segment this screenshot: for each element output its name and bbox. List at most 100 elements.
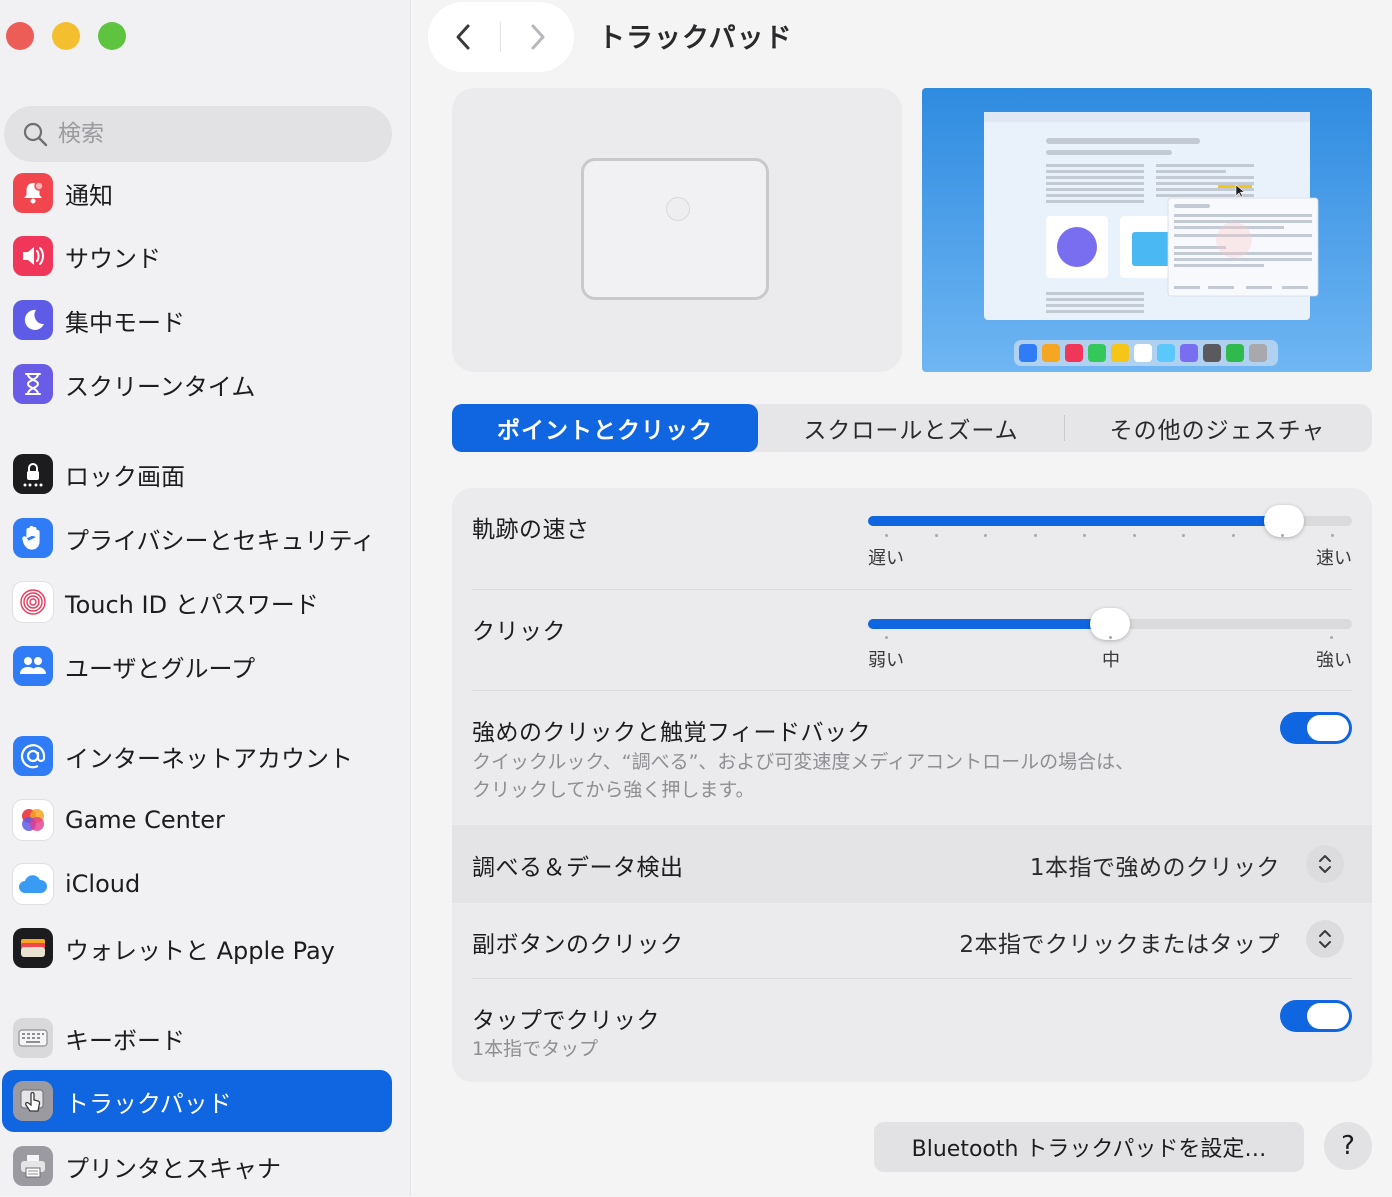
trackpad-gesture-preview <box>452 88 902 372</box>
sidebar-item-focus[interactable]: 集中モード <box>2 289 392 351</box>
click-mid-label: 中 <box>1102 650 1120 671</box>
hourglass-icon <box>13 364 53 404</box>
tab-scroll-and-zoom[interactable]: スクロールとズーム <box>758 404 1064 452</box>
at-icon <box>13 736 53 776</box>
force-click-label: 強めのクリックと触覚フィードバック <box>472 720 872 746</box>
speaker-icon <box>13 236 53 276</box>
sidebar-item-label: ユーザとグループ <box>65 654 256 683</box>
sidebar-item-label: インターネットアカウント <box>65 744 353 773</box>
click-label: クリック <box>472 619 566 645</box>
tracking-min-label: 遅い <box>868 548 904 569</box>
click-max-label: 強い <box>1316 650 1352 671</box>
keyboard-icon <box>13 1018 53 1058</box>
sidebar-item-game-center[interactable]: Game Center <box>2 789 392 851</box>
tracking-tick <box>1182 534 1185 537</box>
zoom-window-button[interactable] <box>98 22 126 50</box>
tracking-speed-thumb[interactable] <box>1264 505 1305 537</box>
sidebar-search[interactable] <box>4 106 392 162</box>
sidebar-item-label: 集中モード <box>65 308 185 337</box>
tracking-tick <box>934 534 938 537</box>
force-click-toggle[interactable] <box>1280 712 1352 744</box>
search-icon <box>23 122 48 147</box>
page-title: トラックパッド <box>598 23 793 54</box>
chevron-up-down-icon <box>1319 855 1331 873</box>
sidebar: 通知 サウンド 集中モード スクリーンタイム ロ <box>0 0 411 1196</box>
sidebar-item-label: iCloud <box>65 870 141 898</box>
tracking-speed-slider[interactable] <box>868 505 1352 537</box>
sidebar-item-internet-accounts[interactable]: インターネットアカウント <box>2 725 392 787</box>
tab-bar: ポイントとクリック スクロールとズーム その他のジェスチャ <box>452 404 1372 452</box>
lookup-popup-value[interactable]: 1本指で強めのクリック <box>1030 848 1280 882</box>
lookup-row[interactable]: 調べる＆データ検出 1本指で強めのクリック <box>452 825 1372 903</box>
sidebar-item-label: Game Center <box>65 806 225 834</box>
tracking-tick <box>984 534 987 537</box>
click-tick <box>1330 636 1333 639</box>
hand-icon <box>13 518 53 558</box>
sidebar-item-label: サウンド <box>65 244 161 273</box>
printer-icon <box>13 1146 53 1186</box>
divider <box>472 690 1352 691</box>
tracking-tick <box>1231 534 1235 537</box>
search-input[interactable] <box>56 120 360 148</box>
gesture-demo-preview <box>922 88 1372 372</box>
fingerprint-icon <box>13 582 53 622</box>
tap-to-click-label: タップでクリック <box>472 1008 660 1034</box>
sidebar-item-label: ウォレットと Apple Pay <box>65 936 335 965</box>
tracking-max-label: 速い <box>1316 548 1352 569</box>
sidebar-item-label: ロック画面 <box>65 462 185 491</box>
tracking-speed-fill <box>868 516 1285 526</box>
sidebar-item-keyboard[interactable]: キーボード <box>2 1007 392 1069</box>
forward-button[interactable] <box>501 2 573 72</box>
sidebar-item-notifications[interactable]: 通知 <box>2 162 392 224</box>
tracking-tick <box>885 534 888 537</box>
click-min-label: 弱い <box>868 650 904 671</box>
divider <box>472 589 1352 590</box>
minimize-window-button[interactable] <box>52 22 80 50</box>
lookup-label: 調べる＆データ検出 <box>472 855 684 881</box>
sidebar-item-label: プライバシーとセキュリティ <box>65 526 376 555</box>
trackpad-illustration <box>581 158 769 300</box>
sidebar-item-wallet[interactable]: ウォレットと Apple Pay <box>2 917 392 979</box>
toggle-knob <box>1307 1003 1349 1029</box>
sidebar-item-lock-screen[interactable]: ロック画面 <box>2 443 392 505</box>
sidebar-item-screen-time[interactable]: スクリーンタイム <box>2 353 392 415</box>
click-pressure-fill <box>868 619 1110 629</box>
cloud-icon <box>13 864 53 904</box>
sidebar-item-label: スクリーンタイム <box>65 372 256 401</box>
tap-to-click-sub: 1本指でタップ <box>472 1038 599 1060</box>
finger-touch-indicator <box>666 197 690 221</box>
click-pressure-slider[interactable] <box>868 608 1352 640</box>
sidebar-item-privacy[interactable]: プライバシーとセキュリティ <box>2 507 392 569</box>
force-click-description: クイックルック、“調べる”、および可変速度メディアコントロールの場合は、 <box>472 751 1135 773</box>
secondary-click-label: 副ボタンのクリック <box>472 932 684 958</box>
users-icon <box>13 646 53 686</box>
secondary-click-popup-value[interactable]: 2本指でクリックまたはタップ <box>959 925 1280 959</box>
sidebar-item-trackpad[interactable]: トラックパッド <box>2 1070 392 1132</box>
setup-bluetooth-trackpad-button[interactable]: Bluetooth トラックパッドを設定… <box>874 1122 1304 1172</box>
moon-icon <box>13 300 53 340</box>
chevron-up-down-icon <box>1319 930 1331 948</box>
close-window-button[interactable] <box>6 22 34 50</box>
back-button[interactable] <box>428 2 500 72</box>
sidebar-item-printers[interactable]: プリンタとスキャナ <box>2 1135 392 1197</box>
help-button[interactable]: ? <box>1324 1122 1372 1170</box>
game-center-icon <box>13 800 53 840</box>
sidebar-item-touch-id[interactable]: Touch ID とパスワード <box>2 571 392 633</box>
tracking-tick <box>1132 534 1136 537</box>
tab-point-and-click[interactable]: ポイントとクリック <box>452 404 758 452</box>
tap-to-click-toggle[interactable] <box>1280 1000 1352 1032</box>
chevron-left-icon <box>456 24 470 50</box>
secondary-click-popup-button[interactable] <box>1306 920 1344 958</box>
tab-more-gestures[interactable]: その他のジェスチャ <box>1065 404 1370 452</box>
bell-icon <box>13 173 53 213</box>
sidebar-item-icloud[interactable]: iCloud <box>2 853 392 915</box>
tracking-tick <box>1083 534 1086 537</box>
tracking-tick <box>1033 534 1037 537</box>
settings-panel: 軌跡の速さ 遅い 速い クリック 弱い 中 強い 強めのクリックと触覚フィードバ… <box>452 488 1372 1082</box>
lookup-popup-button[interactable] <box>1306 845 1344 883</box>
sidebar-item-users[interactable]: ユーザとグループ <box>2 635 392 697</box>
divider <box>472 978 1352 979</box>
sidebar-item-sound[interactable]: サウンド <box>2 225 392 287</box>
click-tick <box>885 636 888 639</box>
sidebar-item-label: トラックパッド <box>65 1089 232 1118</box>
